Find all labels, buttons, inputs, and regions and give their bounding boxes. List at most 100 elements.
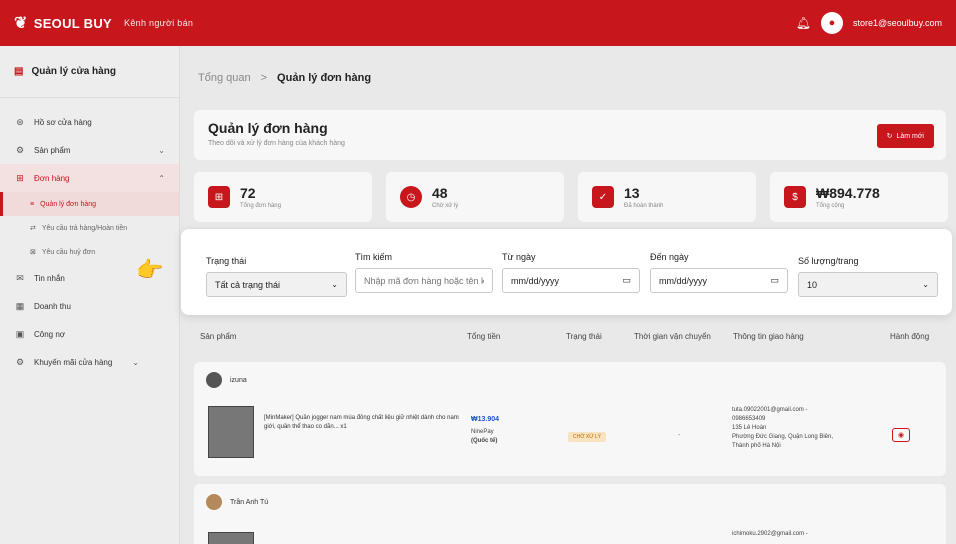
from-date-input[interactable]: mm/dd/yyyy ▭ — [502, 268, 640, 293]
column-shipping-info: Thông tin giao hàng — [733, 332, 804, 341]
stat-completed: ✓ 13 Đã hoàn thành — [578, 172, 756, 222]
sidebar-sub-order-management[interactable]: ≡ Quản lý đơn hàng — [0, 192, 179, 216]
sidebar-item-debt[interactable]: ▣ Công nợ — [0, 320, 179, 348]
sidebar-item-label: Đơn hàng — [34, 173, 70, 183]
status-filter-label: Trạng thái — [206, 256, 247, 266]
sidebar-sub-returns[interactable]: ⇄ Yêu cầu trả hàng/Hoàn tiền — [0, 216, 179, 240]
to-date-label: Đến ngày — [650, 252, 689, 262]
sidebar-item-store-profile[interactable]: ⊛ Hồ sơ cửa hàng — [0, 108, 179, 136]
sidebar-item-revenue[interactable]: ▦ Doanh thu — [0, 292, 179, 320]
stat-label: Đã hoàn thành — [624, 203, 664, 209]
order-buyer: Trần Anh Tú — [194, 484, 946, 520]
sidebar-item-label: Khuyến mãi cửa hàng — [34, 357, 113, 367]
column-product: Sản phẩm — [200, 332, 237, 341]
view-order-button[interactable]: ◉ — [892, 428, 910, 442]
chevron-down-icon: ⌄ — [922, 280, 929, 289]
payment-method: NinePay (Quốc tế) — [471, 428, 497, 446]
stat-value: 13 — [624, 185, 640, 201]
brand-subtitle: Kênh người bán — [124, 18, 194, 28]
status-select[interactable]: Tất cả trạng thái ⌄ — [206, 272, 347, 297]
breadcrumb-separator: > — [260, 72, 268, 84]
search-input[interactable] — [355, 268, 493, 293]
ship-phone: 0986653409 — [732, 416, 766, 422]
filter-panel: Trạng thái Tất cả trạng thái ⌄ Tìm kiếm … — [181, 229, 952, 315]
stat-total-orders: ⊞ 72 Tổng đơn hàng — [194, 172, 372, 222]
to-date-input[interactable]: mm/dd/yyyy ▭ — [650, 268, 788, 293]
ship-address-line: 135 Lê Hoàn — [732, 425, 767, 431]
logo-icon: ❦ — [14, 15, 28, 32]
sidebar-sub-label: Yêu cầu trả hàng/Hoàn tiền — [41, 224, 128, 232]
status-select-value: Tất cả trạng thái — [215, 279, 281, 290]
user-email[interactable]: store1@seoulbuy.com — [853, 18, 942, 28]
stat-value: ₩894.778 — [816, 185, 880, 201]
chevron-down-icon: ⌄ — [331, 280, 338, 289]
to-date-value: mm/dd/yyyy — [659, 275, 708, 286]
payment-type: (Quốc tế) — [471, 438, 498, 444]
store-icon: ⊛ — [16, 116, 24, 127]
page-header-card: Quản lý đơn hàng Theo dõi và xử lý đơn h… — [194, 110, 946, 160]
sidebar-item-label: Công nợ — [34, 329, 66, 339]
page-subtitle: Theo dõi và xử lý đơn hàng của khách hàn… — [208, 140, 345, 147]
calendar-icon[interactable]: ▭ — [770, 275, 779, 286]
chevron-down-icon: ⌄ — [132, 357, 139, 367]
table-header: Sản phẩm Tổng tiền Trạng thái Thời gian … — [180, 322, 956, 352]
stat-value: 48 — [432, 185, 448, 201]
shipping-info: tuta.09022001@gmail.com - 0986653409 135… — [732, 406, 872, 451]
wallet-icon: ▣ — [15, 328, 25, 339]
per-page-label: Số lượng/trang — [798, 256, 859, 266]
cart-icon: ⊞ — [208, 186, 230, 208]
per-page-select[interactable]: 10 ⌄ — [798, 272, 938, 297]
order-card: izuna [MinMaker] Quần jogger nam mùa đôn… — [194, 362, 946, 476]
payment-name: NinePay — [471, 429, 494, 435]
sidebar-sub-label: Quản lý đơn hàng — [40, 200, 97, 208]
column-shipping-time: Thời gian vận chuyển — [634, 332, 711, 341]
order-buyer: izuna — [194, 362, 946, 398]
column-status: Trạng thái — [566, 332, 602, 341]
per-page-value: 10 — [807, 279, 818, 290]
sidebar-item-orders[interactable]: ⊞ Đơn hàng ⌃ — [0, 164, 179, 192]
status-badge: CHỜ XỬ LÝ — [568, 432, 607, 442]
breadcrumb-home[interactable]: Tổng quan — [198, 72, 251, 84]
chat-icon: ✉ — [16, 272, 24, 283]
stat-label: Tổng cộng — [816, 203, 845, 209]
from-date-label: Từ ngày — [502, 252, 536, 262]
product-thumbnail[interactable] — [208, 532, 254, 544]
dollar-icon: $ — [784, 186, 806, 208]
calendar-icon[interactable]: ▭ — [622, 275, 631, 286]
cart-icon: ⊞ — [16, 172, 24, 183]
shipping-time: - — [678, 432, 681, 439]
clock-icon: ◷ — [400, 186, 422, 208]
eye-icon: ◉ — [897, 432, 905, 439]
ship-address-line: Thành phố Hà Nội — [732, 443, 781, 449]
chevron-down-icon: ⌄ — [158, 145, 165, 155]
page-title: Quản lý đơn hàng — [208, 120, 328, 136]
sidebar-item-promotions[interactable]: ⚙ Khuyến mãi cửa hàng ⌄ — [0, 348, 179, 376]
refresh-icon: ↻ — [886, 133, 893, 140]
sidebar: ▤ Quản lý cửa hàng ⊛ Hồ sơ cửa hàng ⚙ Sả… — [0, 46, 180, 544]
breadcrumb-current: Quản lý đơn hàng — [277, 72, 372, 84]
column-actions: Hành động — [890, 332, 930, 341]
stat-total-amount: $ ₩894.778 Tổng cộng — [770, 172, 948, 222]
product-name[interactable]: [MinMaker] Quần jogger nam mùa đông chất… — [264, 414, 459, 432]
avatar — [206, 494, 222, 510]
buyer-name: izuna — [230, 376, 247, 384]
sidebar-item-label: Doanh thu — [34, 301, 71, 311]
sidebar-item-label: Sản phẩm — [34, 145, 71, 155]
refresh-label: Làm mới — [896, 132, 924, 140]
shipping-info: ichimoku.2902@gmail.com - — [732, 530, 872, 539]
refresh-button[interactable]: ↻ Làm mới — [876, 124, 934, 148]
stat-pending: ◷ 48 Chờ xử lý — [386, 172, 564, 222]
bell-icon[interactable]: 🔔︎ — [796, 16, 811, 30]
avatar[interactable]: ● — [820, 12, 843, 34]
pointing-hand-icon: 👉 — [136, 257, 164, 282]
stat-label: Tổng đơn hàng — [240, 203, 281, 209]
sidebar-header-label: Quản lý cửa hàng — [31, 66, 116, 77]
product-thumbnail[interactable] — [208, 406, 254, 458]
sidebar-item-label: Hồ sơ cửa hàng — [34, 117, 92, 127]
list-icon: ≡ — [30, 200, 35, 208]
search-label: Tìm kiếm — [355, 252, 392, 262]
brand-logo[interactable]: ❦ SEOUL BUY Kênh người bán — [14, 13, 193, 33]
sidebar-item-products[interactable]: ⚙ Sản phẩm ⌄ — [0, 136, 179, 164]
order-total: ₩13.904 — [471, 416, 500, 423]
stat-value: 72 — [240, 185, 256, 201]
